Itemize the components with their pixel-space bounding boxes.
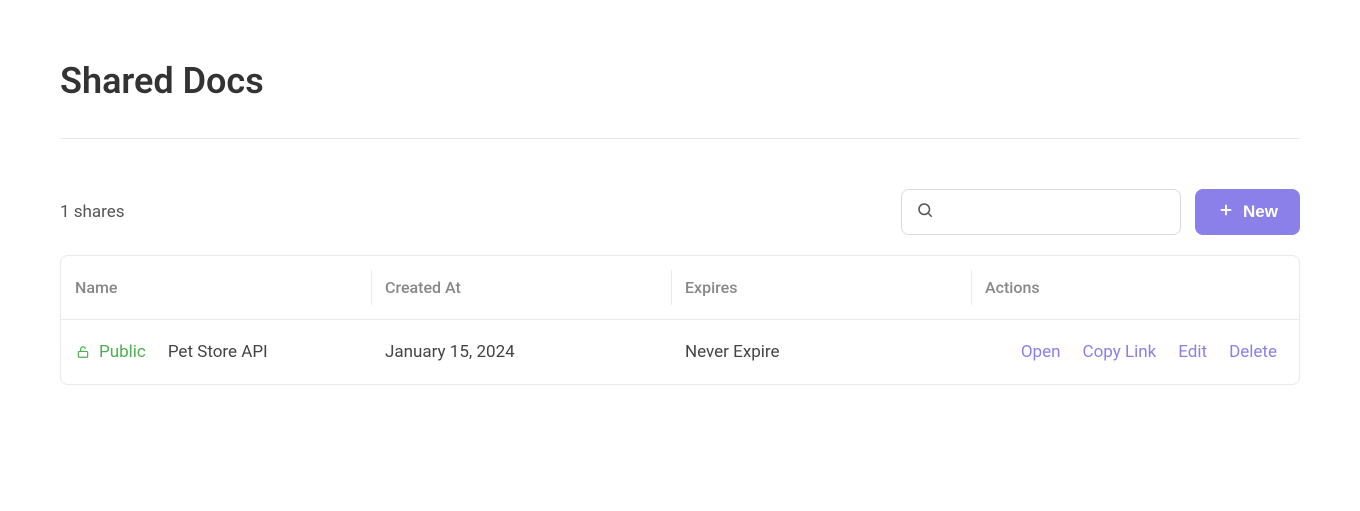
action-edit[interactable]: Edit — [1178, 342, 1207, 362]
action-copy-link[interactable]: Copy Link — [1083, 342, 1157, 362]
search-input[interactable] — [944, 204, 1166, 221]
action-open[interactable]: Open — [1021, 342, 1061, 362]
table-row: Public Pet Store API January 15, 2024 Ne… — [61, 320, 1299, 384]
cell-name: Public Pet Store API — [61, 320, 371, 384]
new-button[interactable]: New — [1195, 189, 1300, 235]
cell-actions: Open Copy Link Edit Delete — [971, 320, 1299, 384]
toolbar: 1 shares New — [60, 189, 1300, 235]
search-box[interactable] — [901, 189, 1181, 235]
doc-name: Pet Store API — [168, 342, 268, 362]
table-header: Name Created At Expires Actions — [61, 256, 1299, 320]
visibility-badge: Public — [99, 342, 146, 362]
column-header-actions: Actions — [971, 256, 1299, 319]
page-title: Shared Docs — [60, 60, 1300, 102]
search-icon — [916, 201, 934, 223]
column-header-expires: Expires — [671, 256, 971, 319]
divider — [60, 138, 1300, 139]
cell-created-at: January 15, 2024 — [371, 320, 671, 384]
unlock-icon — [75, 344, 91, 360]
action-delete[interactable]: Delete — [1229, 342, 1277, 362]
plus-icon — [1217, 201, 1243, 224]
cell-expires: Never Expire — [671, 320, 971, 384]
column-header-name: Name — [61, 256, 371, 319]
new-button-label: New — [1243, 202, 1278, 222]
shares-table: Name Created At Expires Actions Public P… — [60, 255, 1300, 385]
shares-count: 1 shares — [60, 202, 901, 222]
column-header-created-at: Created At — [371, 256, 671, 319]
